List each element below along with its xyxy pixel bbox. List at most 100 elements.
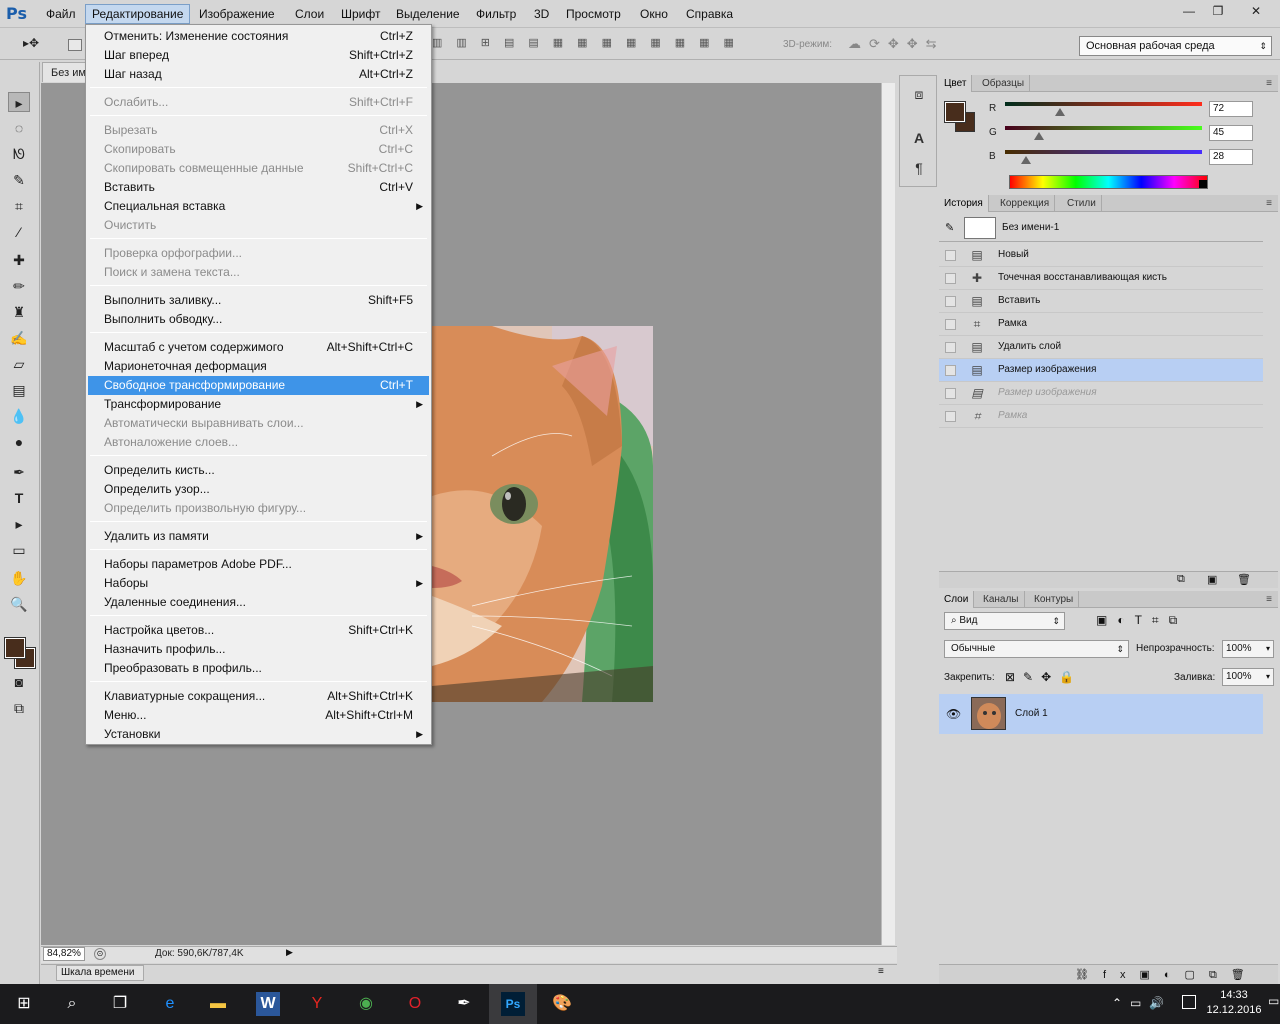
- opera-icon[interactable]: O: [403, 992, 427, 1016]
- edit-menu-item[interactable]: Шаг вперед Shift+Ctrl+Z: [88, 46, 429, 65]
- menu-2[interactable]: Изображение: [193, 4, 281, 24]
- paint-icon[interactable]: 🎨: [550, 992, 574, 1016]
- menu-5[interactable]: Выделение: [390, 4, 466, 24]
- tab-adjustments[interactable]: Коррекция: [995, 195, 1056, 212]
- edit-menu-item[interactable]: Удалить из памяти ▶: [88, 527, 429, 546]
- layer-filter-icons[interactable]: ▣◐T⌗⧉: [1096, 613, 1206, 628]
- restore-button[interactable]: ❐: [1205, 2, 1231, 20]
- color-fg-swatch[interactable]: [944, 101, 966, 123]
- edit-menu-item[interactable]: Назначить профиль...: [88, 640, 429, 659]
- tab-layers[interactable]: Слои: [939, 591, 975, 608]
- menu-4[interactable]: Шрифт: [335, 4, 386, 24]
- opacity-field[interactable]: 100% ▾: [1222, 640, 1274, 658]
- edit-menu-item[interactable]: Клавиатурные сокращения... Alt+Shift+Ctrl…: [88, 687, 429, 706]
- history-state[interactable]: ▤ Размер изображения: [939, 359, 1263, 382]
- black-swatch[interactable]: [1199, 180, 1207, 188]
- chrome-icon[interactable]: ◉: [354, 992, 378, 1016]
- layers-panel-menu-icon[interactable]: ≡: [1266, 591, 1272, 608]
- edit-menu-item[interactable]: Масштаб с учетом содержимого Alt+Shift+Ct…: [88, 338, 429, 357]
- r-value-field[interactable]: 72: [1209, 101, 1253, 117]
- g-slider-thumb[interactable]: [1034, 132, 1044, 140]
- r-slider-track[interactable]: [1005, 102, 1202, 106]
- visibility-eye-icon[interactable]: 👁: [946, 707, 961, 721]
- menu-8[interactable]: Просмотр: [560, 4, 627, 24]
- edit-menu-item[interactable]: Меню... Alt+Shift+Ctrl+M: [88, 706, 429, 725]
- notifications-icon[interactable]: ▭: [1268, 994, 1279, 1008]
- edit-menu-item[interactable]: Специальная вставка ▶: [88, 197, 429, 216]
- yandex-icon[interactable]: Y: [305, 992, 329, 1016]
- 3d-panel-icon[interactable]: ⧈: [909, 84, 929, 104]
- edit-menu-item[interactable]: Наборы параметров Adobe PDF...: [88, 555, 429, 574]
- color-panel-menu-icon[interactable]: ≡: [1266, 75, 1272, 92]
- tab-styles[interactable]: Стили: [1062, 195, 1102, 212]
- dodge-tool-icon[interactable]: ●: [8, 432, 30, 452]
- tab-channels[interactable]: Каналы: [978, 591, 1025, 608]
- pen-app-icon[interactable]: ✒: [452, 992, 476, 1016]
- history-brush-source-checkbox[interactable]: [945, 411, 956, 422]
- gradient-tool-icon[interactable]: ▤: [8, 380, 30, 400]
- menu-6[interactable]: Фильтр: [470, 4, 522, 24]
- history-state[interactable]: ✚ Точечная восстанавливающая кисть: [939, 267, 1263, 290]
- vertical-scrollbar[interactable]: [881, 83, 895, 945]
- edit-menu-item[interactable]: Наборы ▶: [88, 574, 429, 593]
- blur-tool-icon[interactable]: 💧: [8, 406, 30, 426]
- edit-menu-item[interactable]: Марионеточная деформация: [88, 357, 429, 376]
- move-tool-icon[interactable]: ▸: [8, 92, 30, 112]
- menu-9[interactable]: Окно: [634, 4, 674, 24]
- status-arrow-icon[interactable]: ▶: [286, 947, 293, 958]
- quick-mask-icon[interactable]: ◙: [8, 672, 30, 692]
- quick-select-tool-icon[interactable]: ✎: [8, 170, 30, 190]
- tray-icons[interactable]: ⌃▭🔊: [1112, 996, 1172, 1010]
- type-tool-icon[interactable]: T: [8, 488, 30, 508]
- pen-tool-icon[interactable]: ✒: [8, 462, 30, 482]
- photoshop-taskbar-icon[interactable]: Ps: [501, 992, 525, 1016]
- edit-menu-item[interactable]: Свободное трансформирование Ctrl+T: [88, 376, 429, 395]
- history-state[interactable]: ▤ Удалить слой: [939, 336, 1263, 359]
- history-brush-source-checkbox[interactable]: [945, 342, 956, 353]
- menu-0[interactable]: Файл: [40, 4, 82, 24]
- lasso-tool-icon[interactable]: ᘚ: [8, 144, 30, 164]
- layer-filter-select[interactable]: ⌕ Вид ⇕: [944, 612, 1065, 630]
- tab-history[interactable]: История: [939, 195, 989, 212]
- b-slider-thumb[interactable]: [1021, 156, 1031, 164]
- word-icon[interactable]: W: [256, 992, 280, 1016]
- status-menu-icon[interactable]: ⊙: [94, 948, 106, 960]
- hand-tool-icon[interactable]: ✋: [8, 568, 30, 588]
- new-document-from-state-icon[interactable]: ⧉: [1177, 573, 1185, 586]
- clock[interactable]: 14:33 12.12.2016: [1204, 988, 1264, 1018]
- edit-menu-item[interactable]: Отменить: Изменение состояния Ctrl+Z: [88, 27, 429, 46]
- edit-menu-item[interactable]: Вставить Ctrl+V: [88, 178, 429, 197]
- history-brush-source-checkbox[interactable]: [945, 365, 956, 376]
- fill-field[interactable]: 100% ▾: [1222, 668, 1274, 686]
- edit-menu-item[interactable]: Определить кисть...: [88, 461, 429, 480]
- history-brush-source-icon[interactable]: ✎: [945, 221, 954, 234]
- history-brush-source-checkbox[interactable]: [945, 319, 956, 330]
- layers-footer-icons[interactable]: ⛓fx▣◐▢⧉🗑: [1075, 968, 1259, 982]
- history-brush-tool-icon[interactable]: ✍: [8, 328, 30, 348]
- color-spectrum-bar[interactable]: [1009, 175, 1208, 189]
- layer-name[interactable]: Слой 1: [1015, 708, 1048, 719]
- tab-color[interactable]: Цвет: [939, 75, 973, 92]
- search-icon[interactable]: ⌕: [60, 992, 84, 1016]
- lock-icons[interactable]: ⊠✎✥🔒: [1005, 670, 1095, 684]
- delete-state-icon[interactable]: 🗑: [1237, 573, 1251, 586]
- edit-menu-item[interactable]: Выполнить обводку...: [88, 310, 429, 329]
- history-brush-source-checkbox[interactable]: [945, 296, 956, 307]
- g-value-field[interactable]: 45: [1209, 125, 1253, 141]
- foreground-background-swatch[interactable]: [4, 637, 36, 669]
- start-icon[interactable]: ⊞: [12, 992, 36, 1016]
- file-explorer-icon[interactable]: ▬: [206, 992, 230, 1016]
- zoom-tool-icon[interactable]: 🔍: [8, 594, 30, 614]
- healing-brush-tool-icon[interactable]: ✚: [8, 250, 30, 270]
- edit-menu-item[interactable]: Выполнить заливку... Shift+F5: [88, 291, 429, 310]
- task-view-icon[interactable]: ❐: [108, 992, 132, 1016]
- edit-menu-item[interactable]: Преобразовать в профиль...: [88, 659, 429, 678]
- minimize-button[interactable]: —: [1176, 2, 1202, 20]
- menu-10[interactable]: Справка: [680, 4, 739, 24]
- history-snapshot[interactable]: ✎ Без имени-1: [939, 215, 1263, 242]
- edit-menu-item[interactable]: Установки ▶: [88, 725, 429, 744]
- 3d-tools-icons[interactable]: ☁⟳✥✥⇆: [848, 36, 968, 52]
- crop-tool-icon[interactable]: ⌗: [8, 196, 30, 216]
- history-state[interactable]: ⌗ Рамка: [939, 313, 1263, 336]
- r-slider-thumb[interactable]: [1055, 108, 1065, 116]
